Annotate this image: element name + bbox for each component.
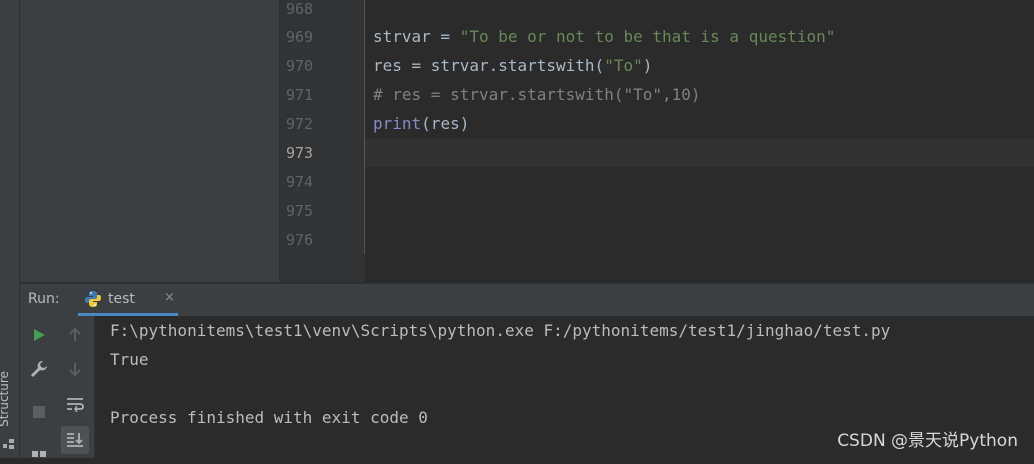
run-toolbar-primary <box>20 316 58 458</box>
previous-occurrence-button[interactable] <box>63 323 87 347</box>
soft-wrap-icon <box>67 398 84 412</box>
scroll-to-end-button[interactable] <box>61 426 89 454</box>
stop-icon <box>33 406 45 418</box>
run-toolbar-secondary <box>58 316 95 458</box>
structure-icon <box>3 436 15 455</box>
line-number: 974 <box>286 173 314 191</box>
current-line-highlight <box>365 138 1034 167</box>
code-token: (res) <box>421 114 470 133</box>
run-panel-label: Run: <box>28 291 60 307</box>
run-tab-label: test <box>108 291 135 307</box>
rerun-button[interactable] <box>27 323 51 347</box>
line-number: 970 <box>286 57 314 75</box>
layout-icon <box>32 451 46 457</box>
layout-button[interactable] <box>27 440 51 464</box>
line-number: 972 <box>286 115 314 133</box>
line-number: 976 <box>286 231 314 249</box>
python-icon <box>84 290 102 312</box>
console-line: True <box>110 350 149 369</box>
arrow-down-icon <box>69 363 81 377</box>
stop-button[interactable] <box>27 400 51 424</box>
line-number: 971 <box>286 86 314 104</box>
project-tree-panel[interactable] <box>20 0 280 282</box>
code-line-969[interactable]: strvar = "To be or not to be that is a q… <box>373 27 835 46</box>
line-number: 975 <box>286 202 314 220</box>
arrow-up-icon <box>69 327 81 341</box>
close-icon[interactable]: × <box>164 290 175 305</box>
code-line-972[interactable]: print(res) <box>373 114 469 133</box>
code-token: res = strvar.startswith( <box>373 56 605 75</box>
code-string: "To be or not to be that is a question" <box>459 27 836 46</box>
code-line-970[interactable]: res = strvar.startswith("To") <box>373 56 652 75</box>
structure-tab-label: Structure <box>0 371 11 427</box>
console-line: F:\pythonitems\test1\venv\Scripts\python… <box>110 321 891 340</box>
play-icon <box>34 329 45 341</box>
next-occurrence-button[interactable] <box>63 357 87 381</box>
code-token: ) <box>642 56 653 75</box>
line-number: 968 <box>286 0 314 18</box>
scroll-to-end-icon <box>67 433 83 447</box>
console-line: Process finished with exit code 0 <box>110 408 428 427</box>
code-line-971-comment[interactable]: # res = strvar.startswith("To",10) <box>373 85 701 104</box>
line-number: 969 <box>286 28 314 46</box>
code-builtin: print <box>373 114 422 133</box>
watermark: CSDN @景天说Python <box>837 431 1018 451</box>
run-panel-header: Run: test × <box>20 283 1034 317</box>
code-token: strvar = <box>373 27 460 46</box>
wrench-icon <box>31 361 47 377</box>
run-tab-test[interactable]: test × <box>78 284 178 316</box>
gutter-separator <box>364 0 365 254</box>
soft-wrap-button[interactable] <box>63 392 87 416</box>
settings-button[interactable] <box>27 357 51 381</box>
line-number-current: 973 <box>286 144 314 162</box>
code-string: "To" <box>604 56 643 75</box>
